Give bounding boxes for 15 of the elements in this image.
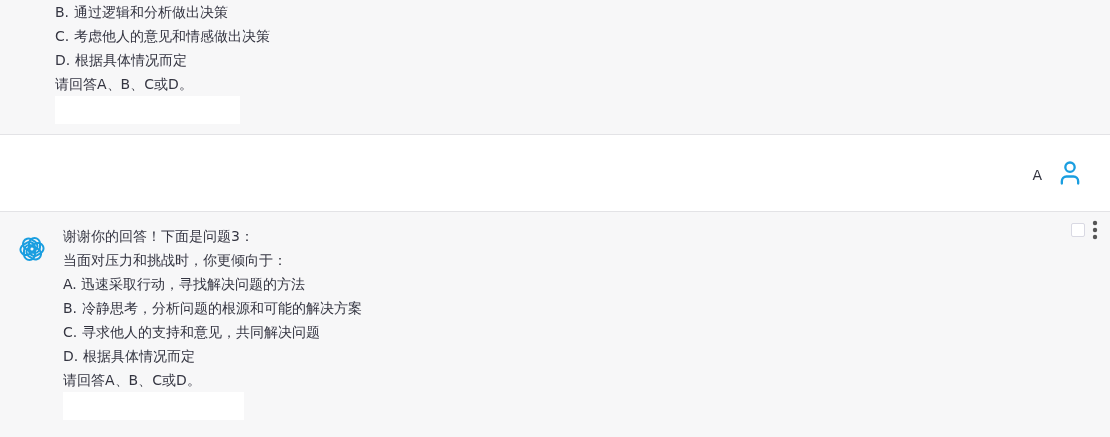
checkbox[interactable] (1071, 223, 1085, 237)
message-line: B. 冷静思考，分析问题的根源和可能的解决方案 (63, 299, 362, 318)
message-line: 请回答A、B、C或D。 (55, 75, 194, 94)
message-line: D. 根据具体情况而定 (55, 51, 188, 70)
more-icon[interactable] (1092, 220, 1098, 240)
message-line: A. 迅速采取行动，寻找解决问题的方法 (63, 275, 307, 294)
message-line: 当面对压力和挑战时，你更倾向于： (63, 251, 288, 270)
message-line: D. 根据具体情况而定 (63, 347, 196, 366)
message-text: A (1032, 167, 1042, 183)
knot-icon (17, 235, 46, 263)
message-line: C. 寻求他人的支持和意见，共同解决问题 (63, 323, 321, 342)
message-line: C. 考虑他人的意见和情感做出决策 (55, 27, 270, 46)
message-line: B. 通过逻辑和分析做出决策 (55, 3, 229, 22)
message-line: 谢谢你的回答！下面是问题3： (63, 227, 255, 246)
message-line: 请回答A、B、C或D。 (63, 371, 202, 390)
